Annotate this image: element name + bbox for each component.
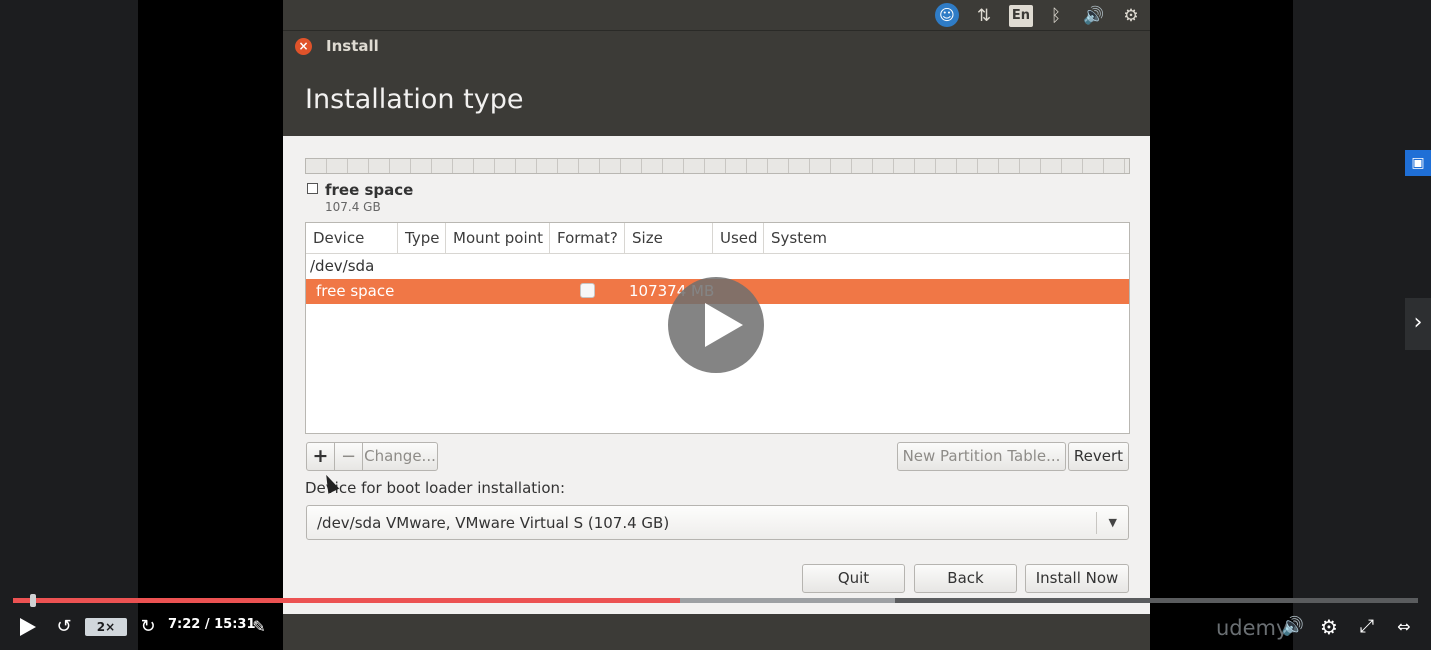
remove-partition-button[interactable]: − <box>334 442 363 471</box>
progress-bar[interactable] <box>13 594 1418 607</box>
bluetooth-icon[interactable]: ᛒ <box>1046 5 1066 27</box>
free-space-legend-size: 107.4 GB <box>325 200 381 214</box>
window-title: Install <box>326 37 379 55</box>
playback-speed-button[interactable]: 2× <box>85 618 127 636</box>
column-header-size[interactable]: Size <box>625 223 713 254</box>
installer-content: free space 107.4 GB Device Type Mount po… <box>283 136 1150 614</box>
device-cell: /dev/sda <box>310 257 375 275</box>
column-header-format[interactable]: Format? <box>550 223 625 254</box>
play-icon <box>705 303 743 347</box>
add-partition-button[interactable]: + <box>306 442 335 471</box>
forward-icon[interactable]: ↻ <box>136 615 160 639</box>
play-overlay-button[interactable] <box>668 277 764 373</box>
column-header-device[interactable]: Device <box>306 223 398 254</box>
close-icon[interactable]: × <box>295 38 312 55</box>
play-button[interactable] <box>18 615 38 639</box>
top-panel: ☺ ⇅ En ᛒ 🔊 ⚙ <box>283 0 1150 31</box>
table-row[interactable]: /dev/sda <box>306 255 1129 279</box>
install-now-button[interactable]: Install Now <box>1025 564 1129 593</box>
chevron-down-icon: ▼ <box>1108 516 1117 529</box>
quit-button[interactable]: Quit <box>802 564 905 593</box>
picture-in-picture-icon[interactable]: ▣ <box>1405 150 1431 176</box>
column-header-mount-point[interactable]: Mount point <box>446 223 550 254</box>
revert-button[interactable]: Revert <box>1068 442 1129 471</box>
free-space-legend-label: free space <box>325 181 414 199</box>
vm-bottom-area <box>283 614 1150 650</box>
fullscreen-icon[interactable]: ⤢ <box>1355 615 1379 639</box>
progress-played <box>13 598 681 603</box>
video-player: ☺ ⇅ En ᛒ 🔊 ⚙ × Install Installation type… <box>0 0 1431 650</box>
select-divider <box>1096 512 1097 534</box>
format-checkbox[interactable] <box>580 283 595 298</box>
volume-icon[interactable]: 🔊 <box>1281 615 1305 639</box>
boot-loader-label: Device for boot loader installation: <box>305 479 566 497</box>
expand-width-icon[interactable]: ⇔ <box>1390 615 1418 639</box>
settings-gear-icon[interactable]: ⚙ <box>1317 615 1341 639</box>
volume-icon[interactable]: 🔊 <box>1081 5 1107 27</box>
udemy-logo: udemy <box>1216 616 1289 640</box>
boot-loader-value: /dev/sda VMware, VMware Virtual S (107.4… <box>317 514 670 532</box>
accessibility-icon[interactable]: ☺ <box>935 3 959 27</box>
boot-loader-select[interactable]: /dev/sda VMware, VMware Virtual S (107.4… <box>306 505 1129 540</box>
back-button[interactable]: Back <box>914 564 1017 593</box>
page-title: Installation type <box>305 84 524 115</box>
gear-icon[interactable]: ⚙ <box>1119 5 1143 27</box>
network-icon[interactable]: ⇅ <box>973 5 995 27</box>
progress-thumb[interactable] <box>30 594 36 607</box>
change-partition-button[interactable]: Change... <box>362 442 438 471</box>
add-note-icon[interactable]: ✎ <box>248 615 270 639</box>
device-cell: free space <box>316 282 395 300</box>
new-partition-table-button[interactable]: New Partition Table... <box>897 442 1066 471</box>
table-header: Device Type Mount point Format? Size Use… <box>306 223 1129 254</box>
column-header-system[interactable]: System <box>764 223 1129 254</box>
column-header-used[interactable]: Used <box>713 223 764 254</box>
rewind-icon[interactable]: ↺ <box>52 615 76 639</box>
play-icon <box>20 618 36 636</box>
next-lecture-chevron-icon[interactable]: › <box>1405 298 1431 350</box>
keyboard-language-indicator[interactable]: En <box>1009 5 1033 27</box>
page-header: Installation type <box>283 60 1150 136</box>
free-space-legend-swatch <box>307 183 318 194</box>
partition-bar <box>305 158 1130 174</box>
time-display: 7:22 / 15:31 <box>168 617 256 632</box>
window-titlebar: × Install <box>283 32 1150 60</box>
column-header-type[interactable]: Type <box>398 223 446 254</box>
